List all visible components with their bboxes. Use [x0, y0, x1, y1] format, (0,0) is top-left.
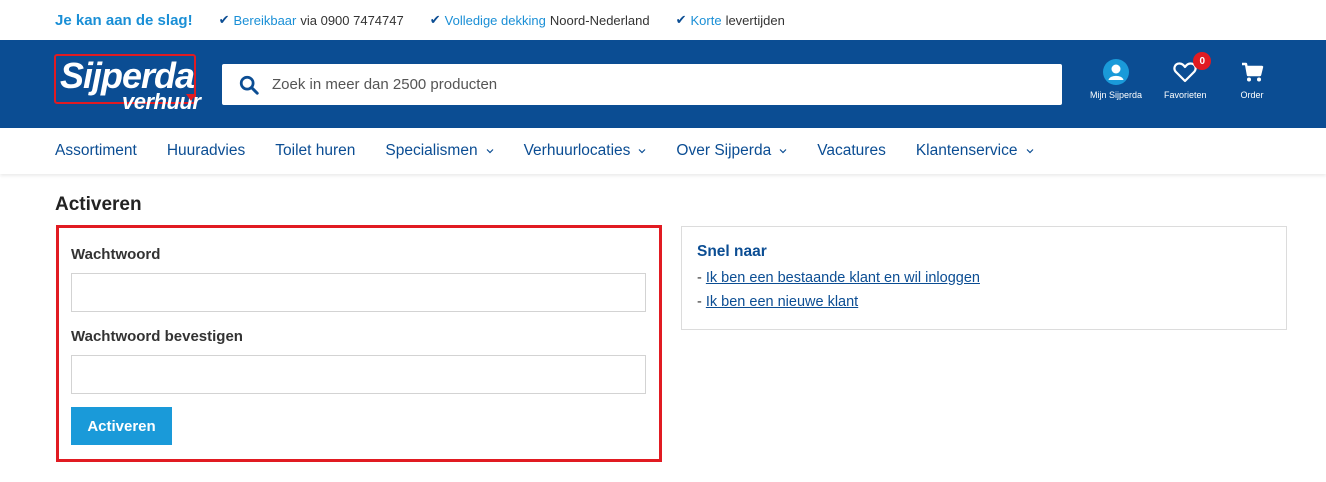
logo-arrow-icon [186, 94, 196, 101]
chevron-down-icon [486, 149, 494, 154]
favorites-label: Favorieten [1164, 90, 1207, 100]
favorites-button[interactable]: 0 Favorieten [1164, 52, 1212, 100]
nav-item-klantenservice[interactable]: Klantenservice [916, 142, 1034, 160]
nav-item-vacatures[interactable]: Vacatures [817, 142, 886, 160]
account-button[interactable]: Mijn Sijperda [1090, 58, 1142, 100]
nav-label: Assortiment [55, 142, 137, 159]
search-icon[interactable] [238, 74, 260, 96]
site-logo[interactable]: Sijperda verhuur [54, 54, 204, 116]
activation-form: Wachtwoord Wachtwoord bevestigen Activer… [56, 225, 662, 462]
order-icon-wrap [1240, 58, 1264, 86]
checkmark-icon: ✔ [218, 12, 230, 27]
quick-link-row: - Ik ben een nieuwe klant [697, 290, 1271, 314]
quick-link-row: - Ik ben een bestaande klant en wil inlo… [697, 266, 1271, 290]
nav-item-specialismen[interactable]: Specialismen [385, 142, 494, 160]
new-customer-link[interactable]: Ik ben een nieuwe klant [706, 294, 858, 310]
usp-bar: Je kan aan de slag! ✔ Bereikbaar via 090… [0, 0, 1326, 40]
favorites-count-badge: 0 [1193, 52, 1212, 70]
usp-link-reachable[interactable]: Bereikbaar [233, 13, 296, 28]
favorites-icon-wrap: 0 [1173, 52, 1212, 86]
nav-label: Over Sijperda [676, 142, 772, 159]
password-input[interactable] [71, 273, 646, 312]
search-input[interactable] [272, 76, 1032, 93]
account-icon-wrap [1102, 58, 1130, 86]
nav-label: Toilet huren [275, 142, 356, 159]
nav-label: Vacatures [817, 142, 886, 159]
search-bar [222, 64, 1062, 105]
checkmark-icon: ✔ [675, 12, 687, 27]
usp-slogan: Je kan aan de slag! [55, 11, 193, 29]
quick-links-title: Snel naar [697, 243, 767, 260]
usp-item-coverage: ✔ Volledige dekking Noord-Nederland [430, 12, 650, 28]
chevron-down-icon [1026, 149, 1033, 154]
nav-item-assortiment[interactable]: Assortiment [55, 142, 137, 160]
nav-label: Klantenservice [915, 142, 1018, 159]
list-dash: - [697, 270, 706, 286]
order-label: Order [1240, 90, 1264, 100]
confirm-password-input[interactable] [71, 355, 646, 394]
nav-label: Specialismen [385, 142, 478, 159]
main-nav: Assortiment Huuradvies Toilet huren Spec… [0, 128, 1326, 174]
checkmark-icon: ✔ [429, 12, 441, 27]
usp-item-reachable: ✔ Bereikbaar via 0900 7474747 [219, 12, 404, 28]
account-label: Mijn Sijperda [1090, 90, 1143, 100]
usp-text-reachable: via 0900 7474747 [300, 12, 404, 28]
nav-item-toilet-huren[interactable]: Toilet huren [275, 142, 355, 160]
activate-button[interactable]: Activeren [71, 407, 172, 445]
nav-label: Huuradvies [166, 142, 246, 159]
nav-item-huuradvies[interactable]: Huuradvies [167, 142, 245, 160]
usp-text-coverage: Noord-Nederland [549, 12, 650, 28]
usp-link-coverage[interactable]: Volledige dekking [445, 13, 546, 28]
existing-customer-login-link[interactable]: Ik ben een bestaande klant en wil inlogg… [706, 270, 980, 286]
quick-links-panel: Snel naar - Ik ben een bestaande klant e… [681, 226, 1287, 330]
nav-item-over-sijperda[interactable]: Over Sijperda [676, 142, 787, 160]
order-button[interactable]: Order [1240, 58, 1264, 100]
cart-icon [1242, 62, 1264, 82]
nav-label: Verhuurlocaties [523, 142, 631, 159]
chevron-down-icon [638, 149, 646, 154]
nav-item-verhuurlocaties[interactable]: Verhuurlocaties [524, 142, 647, 160]
page-title: Activeren [55, 194, 142, 215]
user-icon [1103, 59, 1130, 85]
chevron-down-icon [779, 149, 787, 154]
site-header: Sijperda verhuur Mijn Sijperda 0 Favorie… [0, 40, 1326, 128]
usp-link-delivery[interactable]: Korte [690, 13, 721, 28]
confirm-password-label: Wachtwoord bevestigen [71, 328, 243, 345]
usp-text-delivery: levertijden [725, 12, 785, 28]
usp-item-delivery: ✔ Korte levertijden [676, 12, 785, 28]
list-dash: - [697, 294, 706, 310]
password-label: Wachtwoord [71, 246, 161, 263]
